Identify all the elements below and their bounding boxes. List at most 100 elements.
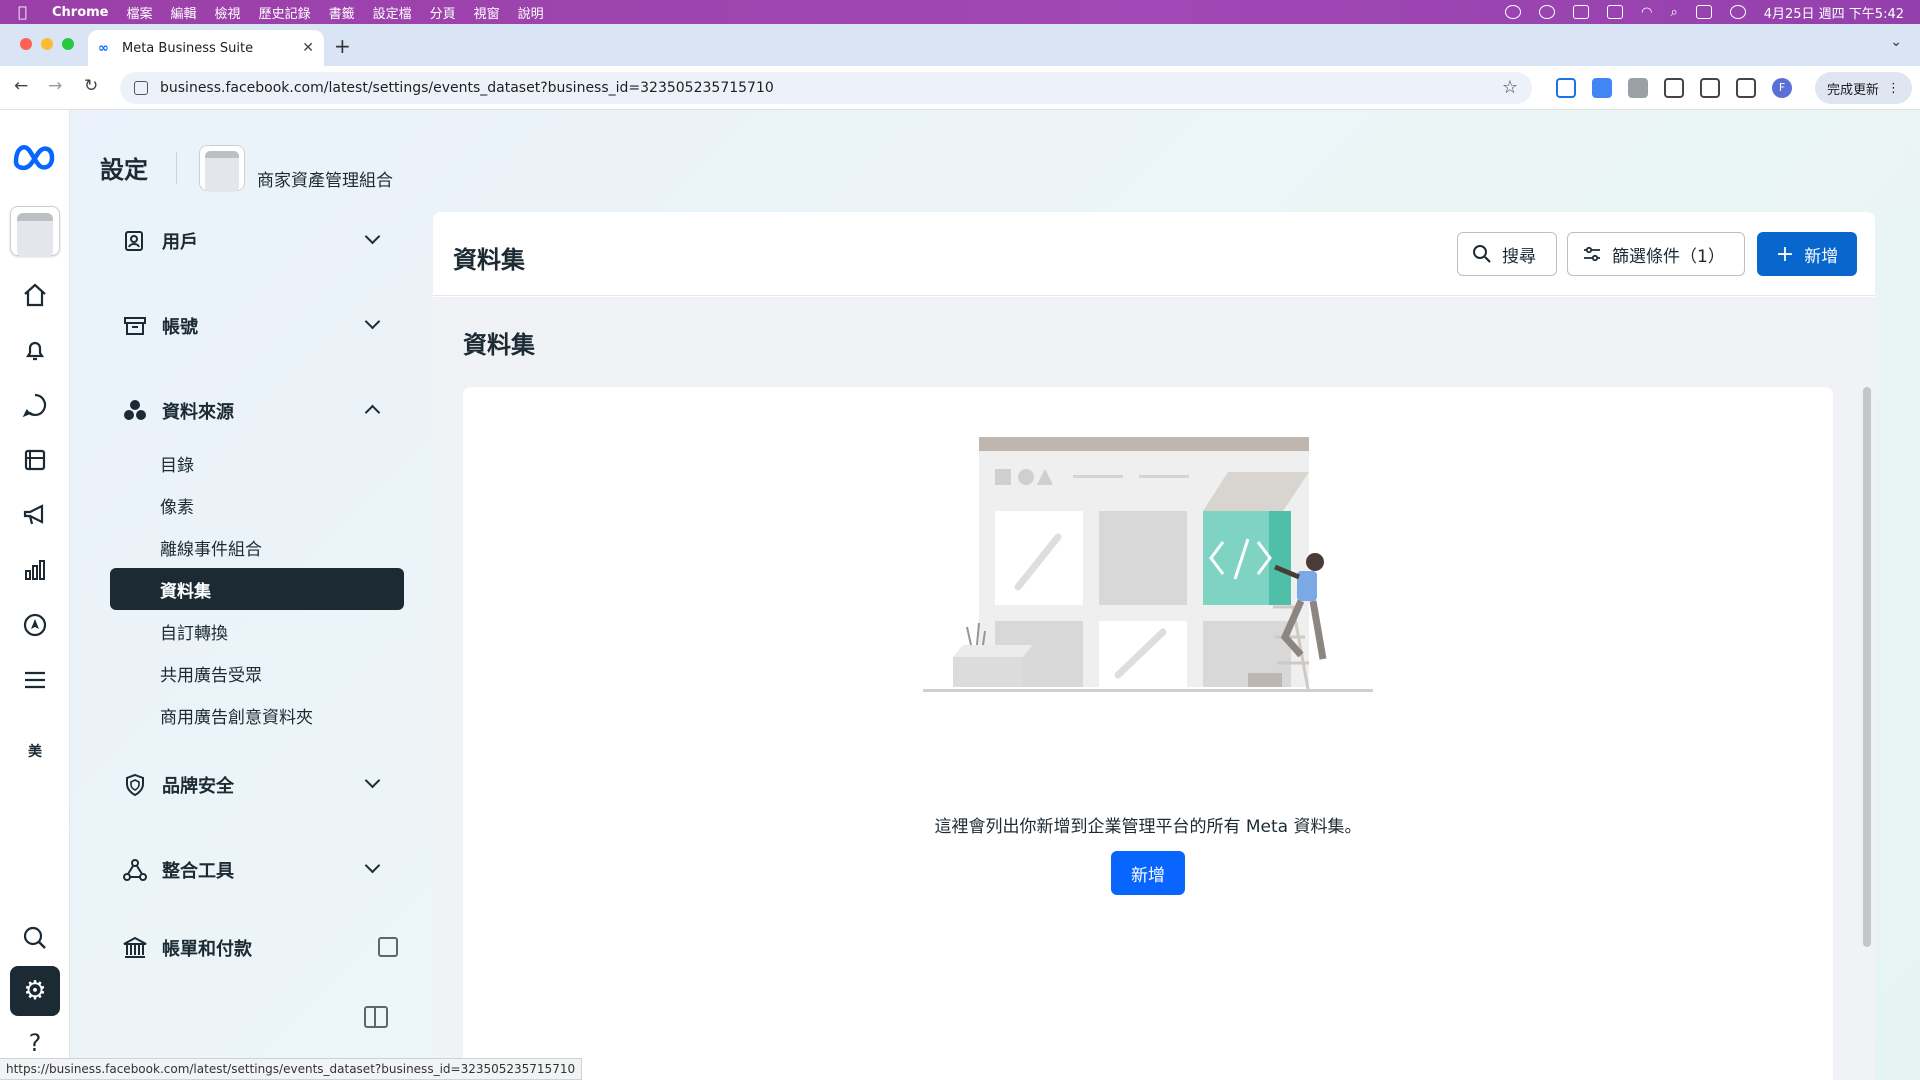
empty-state-illustration: [923, 437, 1373, 692]
nav-section-accounts[interactable]: 帳號: [110, 303, 404, 349]
tab-search-chevron-icon[interactable]: ⌄: [1890, 34, 1902, 50]
content-posts-icon[interactable]: [22, 447, 48, 473]
nav-section-integrations[interactable]: 整合工具: [110, 847, 404, 893]
close-tab-icon[interactable]: ✕: [302, 40, 314, 56]
notifications-bell-icon[interactable]: [22, 337, 48, 363]
nav-item-pixels[interactable]: 像素: [110, 484, 404, 526]
wifi-icon[interactable]: ◠: [1641, 5, 1652, 20]
business-avatar[interactable]: [199, 144, 245, 192]
global-nav-rail: 美 ⚙ ?: [0, 110, 70, 1080]
section-title: 資料集: [463, 331, 535, 359]
browser-tab-active[interactable]: ∞ Meta Business Suite ✕: [88, 30, 324, 66]
business-switcher-avatar[interactable]: [10, 206, 60, 257]
nav-item-shared-audiences[interactable]: 共用廣告受眾: [110, 652, 404, 694]
menubar-clock[interactable]: 4月25日 週四 下午5:42: [1764, 3, 1904, 22]
collapse-sidebar-icon[interactable]: [364, 1006, 388, 1028]
minimize-window-button[interactable]: [41, 38, 53, 50]
nav-item-offline-event-sets[interactable]: 離線事件組合: [110, 526, 404, 568]
update-button[interactable]: 完成更新 ⋮: [1814, 72, 1912, 104]
chevron-down-icon: [364, 313, 381, 330]
nav-section-data-sources[interactable]: 資料來源: [110, 388, 404, 434]
filter-button[interactable]: 篩選條件（1）: [1567, 232, 1745, 276]
site-info-icon[interactable]: [134, 81, 148, 95]
tab-title: Meta Business Suite: [122, 40, 254, 56]
nav-section-users[interactable]: 用戶: [110, 218, 404, 264]
plus-icon: +: [1775, 241, 1795, 267]
content-scrollbar[interactable]: [1863, 387, 1871, 947]
chevron-down-icon: [364, 772, 381, 789]
nav-item-creative-folders[interactable]: 商用廣告創意資料夾: [110, 694, 404, 736]
reading-list-icon[interactable]: [1700, 78, 1720, 98]
external-link-icon: [378, 937, 398, 957]
data-sources-nodes-icon: [122, 398, 148, 424]
more-menu-icon: ⋮: [1887, 80, 1900, 96]
apple-icon[interactable]: : [18, 3, 38, 21]
users-badge-icon: [122, 228, 148, 254]
settings-gear-icon[interactable]: ⚙: [10, 966, 60, 1016]
ads-megaphone-icon[interactable]: [22, 502, 48, 528]
search-button[interactable]: 搜尋: [1457, 232, 1557, 276]
address-url: business.facebook.com/latest/settings/ev…: [160, 80, 774, 96]
siri-icon[interactable]: [1729, 5, 1746, 19]
nav-section-label: 品牌安全: [162, 776, 234, 797]
spotlight-icon[interactable]: ⌕: [1670, 5, 1677, 20]
menu-tab[interactable]: 分頁: [430, 3, 456, 22]
nav-item-catalogs[interactable]: 目錄: [110, 442, 404, 484]
nav-item-datasets[interactable]: 資料集: [110, 568, 404, 610]
input-method-icon[interactable]: [1573, 5, 1590, 19]
devtools-extension-icon[interactable]: [1628, 78, 1648, 98]
close-window-button[interactable]: [20, 38, 32, 50]
menu-bookmarks[interactable]: 書籤: [329, 3, 355, 22]
zoom-window-button[interactable]: [62, 38, 74, 50]
planner-compass-icon[interactable]: [22, 612, 48, 638]
nav-section-label: 帳號: [162, 317, 198, 338]
battery-icon[interactable]: [1607, 5, 1624, 19]
nav-section-billing[interactable]: 帳單和付款: [110, 925, 404, 971]
nav-item-custom-conversions[interactable]: 自訂轉換: [110, 610, 404, 652]
insights-bar-chart-icon[interactable]: [22, 557, 48, 583]
control-center-icon[interactable]: [1695, 5, 1712, 19]
new-tab-icon[interactable]: +: [334, 34, 351, 58]
menu-history[interactable]: 歷史記錄: [259, 3, 311, 22]
puzzle-icon[interactable]: [1664, 78, 1684, 98]
meta-favicon-icon: ∞: [98, 40, 109, 56]
play-icon[interactable]: [1539, 5, 1556, 19]
line-icon[interactable]: [1505, 5, 1522, 19]
nav-section-brand-safety[interactable]: 品牌安全: [110, 762, 404, 808]
menu-window[interactable]: 視窗: [474, 3, 500, 22]
home-icon[interactable]: [22, 282, 48, 308]
business-portfolio-name[interactable]: 商家資產管理組合: [257, 166, 393, 191]
translate-extension-icon[interactable]: [1592, 78, 1612, 98]
add-dataset-button[interactable]: + 新增: [1757, 232, 1857, 276]
side-panel-icon[interactable]: [1736, 78, 1756, 98]
reload-icon[interactable]: ↻: [84, 76, 98, 96]
inbox-chat-icon[interactable]: [22, 392, 48, 418]
menu-view[interactable]: 檢視: [215, 3, 241, 22]
meta-business-suite-app: 美 ⚙ ? 設定 商家資產管理組合 用戶 帳號 資料來源 目錄 像素 離線事件組…: [0, 110, 1920, 1080]
nav-section-label: 帳單和付款: [162, 939, 252, 960]
address-bar[interactable]: business.facebook.com/latest/settings/ev…: [120, 72, 1532, 104]
filter-sliders-icon: [1584, 246, 1600, 262]
search-icon[interactable]: [22, 925, 48, 951]
all-tools-menu-icon[interactable]: [22, 667, 48, 693]
back-icon[interactable]: ←: [14, 76, 28, 96]
settings-nav: 用戶 帳號 資料來源 目錄 像素 離線事件組合 資料集 自訂轉換 共用廣告受眾 …: [110, 218, 404, 971]
forward-icon[interactable]: →: [48, 76, 62, 96]
browser-toolbar: ← → ↻ business.facebook.com/latest/setti…: [0, 66, 1920, 110]
macos-menubar:  Chrome 檔案 編輯 檢視 歷史記錄 書籤 設定檔 分頁 視窗 說明 ◠…: [0, 0, 1920, 24]
chevron-up-icon: [364, 404, 381, 421]
bookmark-star-icon[interactable]: ☆: [1502, 77, 1518, 98]
meta-logo-icon[interactable]: [12, 140, 58, 172]
menu-profiles[interactable]: 設定檔: [373, 3, 412, 22]
menu-help[interactable]: 說明: [518, 3, 544, 22]
menu-app-name[interactable]: Chrome: [52, 5, 109, 20]
menu-file[interactable]: 檔案: [127, 3, 153, 22]
menu-edit[interactable]: 編輯: [171, 3, 197, 22]
browser-tabbar: ∞ Meta Business Suite ✕ + ⌄: [0, 24, 1920, 66]
shield-icon: [122, 772, 148, 798]
extension-icon-1[interactable]: [1556, 78, 1576, 98]
help-question-icon[interactable]: ?: [22, 1029, 48, 1057]
page-avatar-icon[interactable]: 美: [22, 738, 48, 764]
profile-avatar[interactable]: F: [1772, 78, 1792, 98]
empty-state-add-button[interactable]: 新增: [1111, 851, 1185, 895]
